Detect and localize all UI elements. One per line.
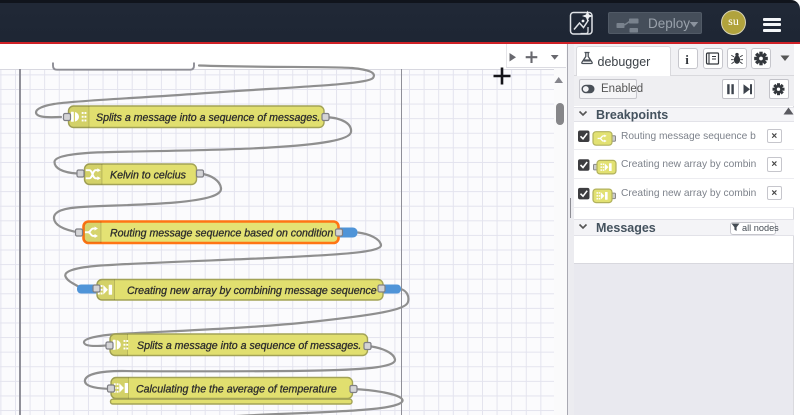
svg-text:Calculating the the average of: Calculating the the average of temperatu… [136, 383, 337, 395]
svg-text:Kelvin to celcius: Kelvin to celcius [110, 169, 187, 181]
svg-text:Creating new array by combinin: Creating new array by combining message … [127, 285, 377, 297]
svg-text:Routing message sequence based: Routing message sequence based on condit… [110, 227, 333, 239]
svg-text:Splits a message into a sequen: Splits a message into a sequence of mess… [96, 112, 320, 124]
svg-text:Splits a message into a sequen: Splits a message into a sequence of mess… [137, 340, 361, 352]
